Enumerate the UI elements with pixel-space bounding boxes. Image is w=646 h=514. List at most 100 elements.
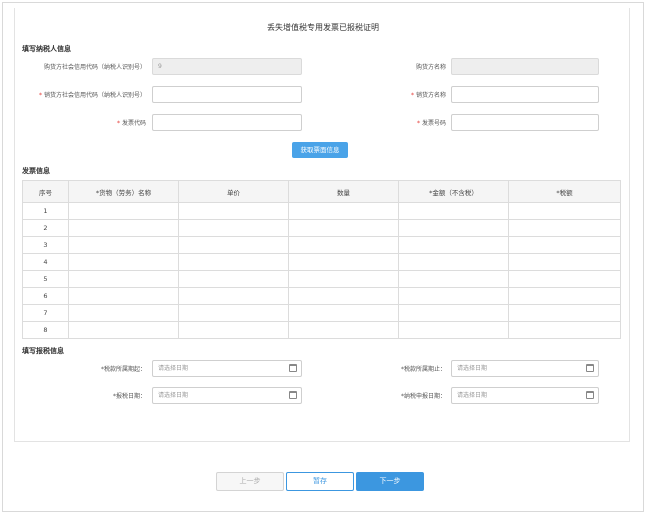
required-mark: * (38, 92, 42, 99)
period-start-date-input[interactable]: 请选择日期 (152, 360, 302, 377)
goods-name-cell[interactable] (68, 202, 179, 220)
taxpayer-section-title: 填写纳税人信息 (22, 45, 71, 53)
invoice-number-label-text: 发票号码 (421, 120, 446, 127)
table-row: 5 (22, 270, 621, 288)
next-step-button[interactable]: 下一步 (356, 472, 424, 491)
tax-cell[interactable] (508, 219, 621, 237)
calendar-icon[interactable] (289, 364, 297, 372)
column-header-unit-price: 单价 (178, 180, 289, 203)
amount-cell[interactable] (398, 236, 509, 254)
buyer-name-label: 购货方名称 (415, 64, 446, 71)
table-row: 6 (22, 287, 621, 305)
unit-price-cell[interactable] (178, 287, 289, 305)
goods-name-cell[interactable] (68, 253, 179, 271)
seller-code-label: * 销货方社会信用代码（纳税人识别号） (24, 90, 146, 99)
seller-code-field[interactable] (152, 86, 302, 103)
table-row: 3 (22, 236, 621, 254)
period-end-placeholder: 请选择日期 (457, 365, 488, 372)
invoice-number-label: * 发票号码 (396, 118, 446, 127)
tax-cell[interactable] (508, 287, 621, 305)
invoice-number-field[interactable] (451, 114, 599, 131)
amount-cell[interactable] (398, 219, 509, 237)
unit-price-cell[interactable] (178, 253, 289, 271)
quantity-cell[interactable] (288, 270, 399, 288)
filing-date-label: *纳税申报日期： (400, 393, 446, 400)
column-header-tax: *税额 (508, 180, 621, 203)
goods-name-cell[interactable] (68, 270, 179, 288)
page-title: 丢失增值税专用发票已报税证明 (267, 23, 379, 32)
goods-name-cell[interactable] (68, 304, 179, 322)
seller-name-label: * 销货方名称 (380, 90, 446, 99)
required-mark: * (116, 120, 120, 127)
unit-price-cell[interactable] (178, 321, 289, 339)
declaration-section-title: 填写报税信息 (22, 347, 64, 355)
calendar-icon[interactable] (289, 391, 297, 399)
tax-cell[interactable] (508, 202, 621, 220)
row-index: 2 (22, 219, 69, 237)
save-draft-button[interactable]: 暂存 (286, 472, 354, 491)
tax-cell[interactable] (508, 253, 621, 271)
calendar-icon[interactable] (586, 364, 594, 372)
amount-cell[interactable] (398, 287, 509, 305)
period-start-label: *税款所属期起： (100, 366, 146, 373)
period-end-label: *税款所属期止： (400, 366, 446, 373)
amount-cell[interactable] (398, 253, 509, 271)
unit-price-cell[interactable] (178, 270, 289, 288)
unit-price-cell[interactable] (178, 236, 289, 254)
column-header-quantity: 数量 (288, 180, 399, 203)
goods-name-cell[interactable] (68, 321, 179, 339)
row-index: 4 (22, 253, 69, 271)
invoice-code-label-text: 发票代码 (121, 120, 146, 127)
period-end-date-input[interactable]: 请选择日期 (451, 360, 599, 377)
amount-cell[interactable] (398, 304, 509, 322)
tax-date-placeholder: 请选择日期 (158, 392, 189, 399)
tax-date-label: *报税日期： (112, 393, 146, 400)
goods-name-cell[interactable] (68, 287, 179, 305)
quantity-cell[interactable] (288, 202, 399, 220)
filing-date-input[interactable]: 请选择日期 (451, 387, 599, 404)
table-header-row: 序号 *货物（劳务）名称 单价 数量 *金额（不含税） *税额 (22, 180, 621, 203)
tax-cell[interactable] (508, 304, 621, 322)
buyer-name-field[interactable] (451, 58, 599, 75)
quantity-cell[interactable] (288, 253, 399, 271)
quantity-cell[interactable] (288, 219, 399, 237)
goods-name-cell[interactable] (68, 236, 179, 254)
unit-price-cell[interactable] (178, 202, 289, 220)
unit-price-cell[interactable] (178, 304, 289, 322)
invoice-code-field[interactable] (152, 114, 302, 131)
tax-cell[interactable] (508, 270, 621, 288)
unit-price-cell[interactable] (178, 219, 289, 237)
buyer-code-label: 购货方社会信用代码（纳税人识别号） (43, 64, 146, 71)
tax-cell[interactable] (508, 321, 621, 339)
fetch-invoice-info-button[interactable]: 获取票面信息 (292, 142, 348, 158)
seller-name-label-text: 销货方名称 (415, 92, 446, 99)
table-row: 1 (22, 202, 621, 220)
required-mark: * (410, 92, 414, 99)
prev-step-button[interactable]: 上一步 (216, 472, 284, 491)
column-header-amount: *金额（不含税） (398, 180, 509, 203)
amount-cell[interactable] (398, 202, 509, 220)
filing-date-placeholder: 请选择日期 (457, 392, 488, 399)
quantity-cell[interactable] (288, 304, 399, 322)
invoice-section-title: 发票信息 (22, 167, 50, 175)
invoice-table: 序号 *货物（劳务）名称 单价 数量 *金额（不含税） *税额 1 2 3 4 … (22, 180, 621, 339)
tax-cell[interactable] (508, 236, 621, 254)
buyer-code-field[interactable]: 9 (152, 58, 302, 75)
row-index: 1 (22, 202, 69, 220)
quantity-cell[interactable] (288, 236, 399, 254)
invoice-code-label: * 发票代码 (96, 118, 146, 127)
calendar-icon[interactable] (586, 391, 594, 399)
table-row: 2 (22, 219, 621, 237)
goods-name-cell[interactable] (68, 219, 179, 237)
quantity-cell[interactable] (288, 287, 399, 305)
table-row: 8 (22, 321, 621, 339)
table-row: 7 (22, 304, 621, 322)
row-index: 6 (22, 287, 69, 305)
tax-date-input[interactable]: 请选择日期 (152, 387, 302, 404)
amount-cell[interactable] (398, 321, 509, 339)
seller-code-label-text: 销货方社会信用代码（纳税人识别号） (43, 92, 146, 99)
seller-name-field[interactable] (451, 86, 599, 103)
quantity-cell[interactable] (288, 321, 399, 339)
amount-cell[interactable] (398, 270, 509, 288)
column-header-goods-name: *货物（劳务）名称 (68, 180, 179, 203)
